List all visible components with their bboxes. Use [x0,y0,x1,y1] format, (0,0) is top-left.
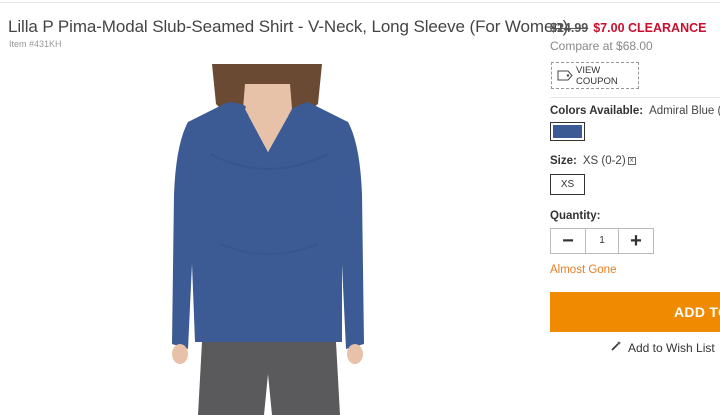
selected-color: Admiral Blue (01 [649,105,720,117]
wishlist-label: Add to Wish List [628,340,715,355]
quantity-input[interactable]: 1 [585,229,619,253]
top-divider [0,2,720,3]
decrement-button[interactable]: − [551,229,585,253]
add-to-wishlist-link[interactable]: Add to Wish List [610,340,715,355]
product-image[interactable] [150,64,385,415]
stock-status: Almost Gone [550,264,617,276]
tag-icon [557,70,573,81]
view-coupon-label: VIEW COUPON [576,64,618,87]
color-swatch-admiral-blue[interactable] [550,122,585,141]
wand-icon [610,340,622,355]
swatch-fill [553,125,582,138]
add-to-bag-button[interactable]: ADD TO [550,292,720,332]
price-block: $24.99 $7.00 CLEARANCE [550,21,706,35]
section-divider [550,97,720,98]
quantity-label: Quantity: [550,210,601,222]
item-number: Item #431KH [9,39,62,49]
compare-at-price: Compare at $68.00 [550,39,653,53]
colors-label: Colors Available: [550,105,644,117]
original-price: $24.99 [550,21,589,35]
quantity-stepper: − 1 + [550,228,654,254]
selected-size: XS (0-2) [582,155,626,167]
size-option-xs[interactable]: XS [550,174,585,195]
size-label: Size: [550,155,577,167]
product-title: Lilla P Pima-Modal Slub-Seamed Shirt - V… [8,17,569,36]
clear-size-icon[interactable]: x [627,156,636,165]
view-coupon-button[interactable]: VIEW COUPON [551,62,639,89]
colors-available: Colors Available: Admiral Blue (01 [550,105,720,117]
increment-button[interactable]: + [619,229,653,253]
size-selection: Size: XS (0-2) x [550,155,636,167]
sale-price: $7.00 CLEARANCE [593,21,707,35]
